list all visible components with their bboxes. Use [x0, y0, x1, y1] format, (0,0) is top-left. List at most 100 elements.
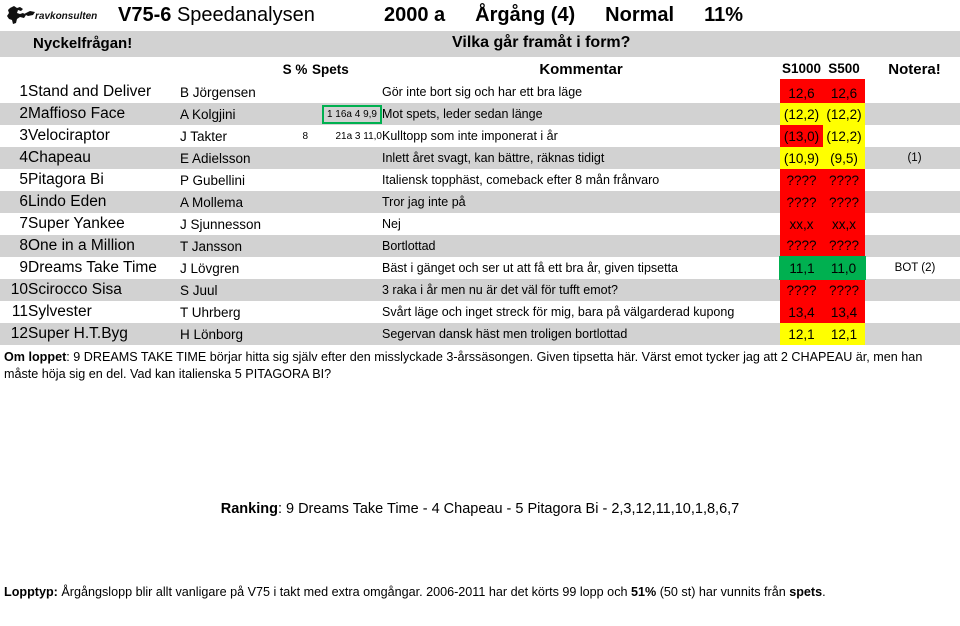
- row-s1000-value: (12,2): [780, 103, 823, 125]
- row-number: 1: [0, 81, 28, 103]
- row-s500-value: ????: [823, 169, 865, 191]
- row-kommentar: Italiensk topphäst, comeback efter 8 mån…: [382, 169, 780, 191]
- row-s1000-value: 12,6: [780, 81, 823, 103]
- table-row: 6 Lindo Eden A Mollema Tror jag inte på????…: [0, 191, 960, 213]
- table-row: 3 Velociraptor J Takter 8 21a 3 11,0 Kulltopp…: [0, 125, 960, 147]
- row-sp-value: 8: [282, 125, 308, 147]
- race-percent: 11%: [704, 4, 744, 26]
- row-s500-value: (12,2): [823, 103, 865, 125]
- row-kommentar: Kulltopp som inte imponerat i år: [382, 125, 780, 147]
- track-condition: Normal: [605, 4, 675, 26]
- row-horse-name: Maffioso Face: [28, 103, 180, 125]
- row-sp-value: [282, 147, 308, 169]
- col-header-sp: S %: [282, 57, 308, 81]
- row-driver-name: T Jansson: [180, 235, 282, 257]
- row-horse-name: One in a Million: [28, 235, 180, 257]
- race-type-footer: Lopptyp: Årgångslopp blir allt vanligare…: [4, 583, 950, 602]
- row-horse-name: Pitagora Bi: [28, 169, 180, 191]
- row-notera-value: BOT (2): [865, 257, 960, 279]
- row-notera-value: [865, 235, 960, 257]
- row-driver-name: H Lönborg: [180, 323, 282, 345]
- table-row: 10 Scirocco Sisa S Juul 3 raka i år men nu …: [0, 279, 960, 301]
- row-spets-value: [308, 213, 382, 235]
- row-spets-value: [308, 81, 382, 103]
- race-meta: 2000 a Årgång (4) Normal 11%: [384, 0, 743, 31]
- row-number: 12: [0, 323, 28, 345]
- footer-bold-3: spets: [789, 585, 823, 599]
- row-horse-name: Dreams Take Time: [28, 257, 180, 279]
- row-sp-value: [282, 169, 308, 191]
- analysis-name: Speedanalysen: [176, 4, 315, 26]
- ranking-text: : 9 Dreams Take Time - 4 Chapeau - 5 Pit…: [277, 501, 740, 517]
- row-number: 5: [0, 169, 28, 191]
- row-s500-value: 11,0: [823, 256, 866, 280]
- row-kommentar: Gör inte bort sig och har ett bra läge: [382, 81, 780, 103]
- row-driver-name: B Jörgensen: [180, 81, 282, 103]
- row-kommentar: 3 raka i år men nu är det väl för tufft …: [382, 279, 780, 301]
- row-sp-value: [282, 103, 308, 125]
- row-kommentar: Bortlottad: [382, 235, 780, 257]
- row-s500-value: xx,x: [823, 213, 865, 235]
- row-s1000-value: ????: [780, 235, 823, 257]
- footer-label: Lopptyp:: [4, 585, 58, 599]
- ranking-line: Ranking: 9 Dreams Take Time - 4 Chapeau …: [0, 501, 960, 517]
- row-number: 2: [0, 103, 28, 125]
- key-question-band: Nyckelfrågan! Vilka går framåt i form?: [0, 31, 960, 57]
- row-driver-name: T Uhrberg: [180, 301, 282, 323]
- col-header-kommentar: Kommentar: [382, 57, 780, 81]
- row-s500-value: 13,4: [823, 301, 865, 323]
- row-horse-name: Stand and Deliver: [28, 81, 180, 103]
- row-spets-value: 1 16a 4 9,9: [308, 103, 382, 125]
- row-horse-name: Scirocco Sisa: [28, 279, 180, 301]
- row-sp-value: [282, 213, 308, 235]
- row-s1000-value: 11,1: [779, 256, 823, 280]
- row-notera-value: [865, 103, 960, 125]
- row-spets-value: [308, 147, 382, 169]
- row-horse-name: Sylvester: [28, 301, 180, 323]
- row-s500-value: (9,5): [823, 147, 865, 169]
- col-header-notera: Notera!: [865, 57, 960, 81]
- col-header-driver: [180, 57, 282, 81]
- table-row: 1 Stand and Deliver B Jörgensen Gör inte bo…: [0, 81, 960, 103]
- row-s1000-value: (10,9): [780, 147, 823, 169]
- row-s500-value: ????: [823, 191, 865, 213]
- col-header-horse: [28, 57, 180, 81]
- footer-bold-1: 51: [631, 585, 646, 599]
- row-s500-value: ????: [823, 279, 865, 301]
- logo-wordmark: ravkonsulten: [35, 11, 97, 22]
- row-kommentar: Mot spets, leder sedan länge: [382, 103, 780, 125]
- spets-highlight-box: 1 16a 4 9,9: [321, 104, 382, 124]
- row-notera-value: (1): [865, 147, 960, 169]
- table-row: 11 Sylvester T Uhrberg Svårt läge och inget…: [0, 301, 960, 323]
- table-row: 5 Pitagora Bi P Gubellini Italiensk topphäs…: [0, 169, 960, 191]
- page-title: V75-6 Speedanalysen: [118, 4, 315, 27]
- row-sp-value: [282, 301, 308, 323]
- row-spets-value: [308, 323, 382, 345]
- race-distance: 2000 a: [384, 4, 446, 26]
- row-horse-name: Super H.T.Byg: [28, 323, 180, 345]
- row-s500-value: 12,1: [823, 323, 865, 345]
- footer-bold-2: %: [645, 585, 657, 599]
- table-row: 7 Super Yankee J Sjunnesson Nej xx,x xx,x: [0, 213, 960, 235]
- row-notera-value: [865, 191, 960, 213]
- row-driver-name: A Kolgjini: [180, 103, 282, 125]
- table-header-row: S % Spets Kommentar S1000 S500 Notera!: [0, 57, 960, 83]
- row-horse-name: Super Yankee: [28, 213, 180, 235]
- footer-text-3: .: [822, 585, 826, 599]
- row-notera-value: [865, 213, 960, 235]
- row-s500-value: 12,6: [823, 81, 865, 103]
- col-header-spets: Spets: [308, 57, 382, 81]
- row-driver-name: E Adielsson: [180, 147, 282, 169]
- ravkonsulten-logo: ravkonsulten: [4, 5, 112, 27]
- row-s1000-value: (13,0): [780, 125, 823, 147]
- table-row: 9 Dreams Take Time J Lövgren Bäst i gänget …: [0, 256, 960, 280]
- row-spets-value: [308, 191, 382, 213]
- table-row: 8 One in a Million T Jansson Bortlottad????…: [0, 235, 960, 257]
- row-kommentar: Tror jag inte på: [382, 191, 780, 213]
- row-sp-value: [282, 191, 308, 213]
- row-s1000-value: ????: [780, 279, 823, 301]
- row-spets-value: [308, 235, 382, 257]
- row-kommentar: Inlett året svagt, kan bättre, räknas ti…: [382, 147, 780, 169]
- row-number: 4: [0, 147, 28, 169]
- row-s1000-value: ????: [780, 169, 823, 191]
